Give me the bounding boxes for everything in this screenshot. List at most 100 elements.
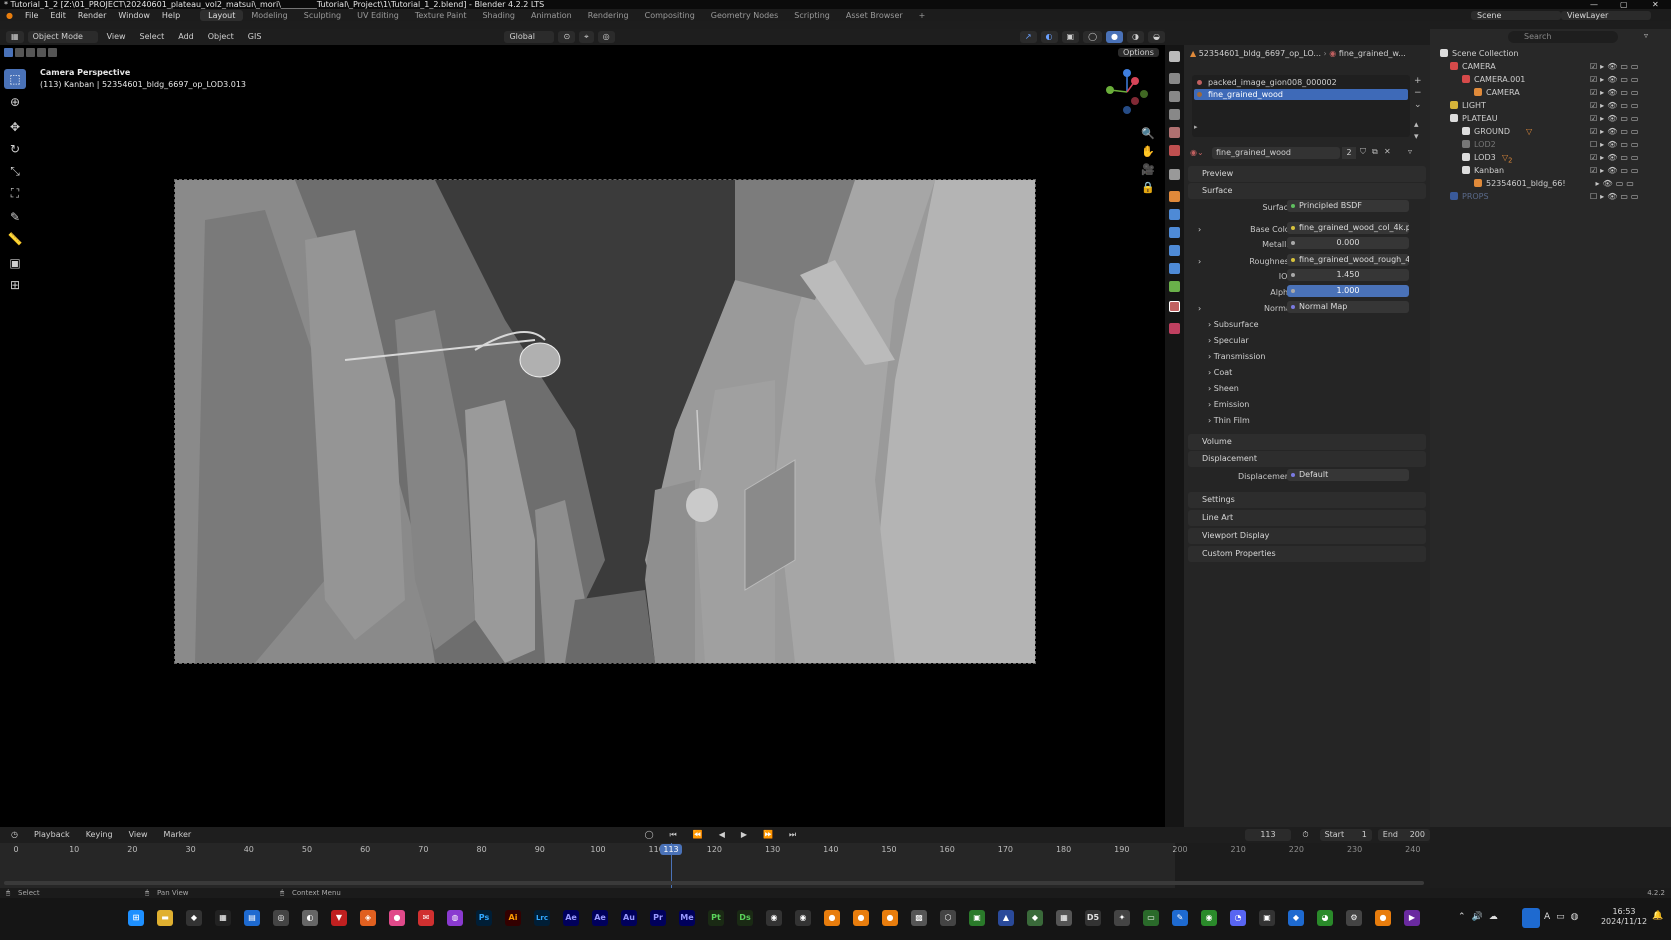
material-tab-icon[interactable] [1169,301,1180,312]
render-tab-icon[interactable] [1169,73,1180,84]
preview-panel-header[interactable]: Preview [1188,166,1426,182]
pivot-icon[interactable]: ⊙ [558,31,576,43]
menu-help[interactable]: Help [156,11,186,20]
settings-gear-icon[interactable]: ⚙ [1346,910,1362,926]
app-icon-5[interactable]: ◐ [302,910,318,926]
add-workspace-button[interactable]: + [911,10,934,21]
app-icon-12[interactable]: ◉ [795,910,811,926]
close-window-button[interactable]: ✕ [1652,0,1659,9]
tray-icons[interactable]: A▭◍ [1544,912,1585,922]
preview-range-icon[interactable]: ⏱ [1297,829,1313,841]
constraints-tab-icon[interactable] [1169,263,1180,274]
premiere-icon[interactable]: Pr [650,910,666,926]
blender-active-icon[interactable]: ● [1375,910,1391,926]
auto-key-icon[interactable]: ◯ [640,829,659,841]
world-tab-icon[interactable] [1169,145,1180,156]
media-encoder-icon[interactable]: Me [679,910,695,926]
select-subtract-icon[interactable] [26,48,35,57]
app-icon-6[interactable]: ▼ [331,910,347,926]
app-icon-7[interactable]: ◈ [360,910,376,926]
app-icon-4[interactable]: ◎ [273,910,289,926]
app-icon-17[interactable]: ◆ [1027,910,1043,926]
material-filter-icon[interactable]: ▿ [1408,147,1412,156]
marker-menu[interactable]: Marker [159,829,197,841]
photoshop-icon[interactable]: Ps [476,910,492,926]
navigation-gizmo[interactable] [1102,67,1152,117]
discord-icon[interactable]: ◔ [1230,910,1246,926]
scene-selector[interactable]: Scene [1471,10,1561,20]
orientation-dropdown[interactable]: Global [504,31,555,43]
app-icon-19[interactable]: D5 [1085,910,1101,926]
app-icon-22[interactable]: ✎ [1172,910,1188,926]
material-user-count[interactable]: 2 [1342,147,1356,159]
select-new-icon[interactable] [4,48,13,57]
timeline-editor-icon[interactable]: ◷ [6,829,23,841]
current-frame-field[interactable]: 113 [1244,829,1292,841]
surface-panel-header[interactable]: Surface [1188,183,1426,199]
normal-field[interactable]: Normal Map [1287,301,1409,313]
app-icon-15[interactable]: ▣ [969,910,985,926]
roughness-expand-icon[interactable]: › [1198,254,1201,270]
app-icon-3[interactable]: ▤ [244,910,260,926]
tab-layout[interactable]: Layout [200,9,244,21]
tab-animation[interactable]: Animation [523,10,580,21]
menu-file[interactable]: File [19,11,44,20]
app-icon-24[interactable]: ▣ [1259,910,1275,926]
viewport-display-panel-header[interactable]: Viewport Display [1188,528,1426,544]
blender-icon[interactable]: ● [824,910,840,926]
unlink-material-icon[interactable]: ✕ [1384,147,1391,156]
file-explorer-icon[interactable]: ▬ [157,910,173,926]
coat-subpanel[interactable]: › Coat [1184,365,1430,381]
material-browse-icon[interactable]: ◉⌄ [1190,148,1204,157]
add-object-tool-icon[interactable]: ⊞ [4,275,26,295]
viewlayer-selector[interactable]: ViewLayer [1561,10,1651,20]
thin-film-subpanel[interactable]: › Thin Film [1184,413,1430,429]
add-menu[interactable]: Add [173,31,199,43]
subsurface-subpanel[interactable]: › Subsurface [1184,317,1430,333]
end-frame-field[interactable]: End 200 [1377,829,1430,841]
annotate-tool-icon[interactable]: ✎ [4,207,26,227]
app-icon-18[interactable]: ▦ [1056,910,1072,926]
app-icon-26[interactable]: ▶ [1404,910,1420,926]
displacement-panel-header[interactable]: Displacement [1188,451,1426,467]
app-icon-20[interactable]: ✦ [1114,910,1130,926]
illustrator-icon[interactable]: Ai [505,910,521,926]
view-layer-tab-icon[interactable] [1169,109,1180,120]
timeline-area[interactable]: 0 10 20 30 40 50 60 70 80 90 100 110 120 130 140 150 160… [0,843,1430,888]
custom-properties-panel-header[interactable]: Custom Properties [1188,546,1426,562]
app-icon-21[interactable]: ▭ [1143,910,1159,926]
object-menu[interactable]: Object [203,31,239,43]
collection-tab-icon[interactable] [1169,169,1180,180]
outliner-filter-icon[interactable]: ▿ [1644,31,1648,40]
play-icon[interactable]: ▶ [736,829,752,841]
tab-scripting[interactable]: Scripting [786,10,838,21]
duplicate-material-icon[interactable]: ⧉ [1372,147,1378,157]
roughness-field[interactable]: fine_grained_wood_rough_4k... [1287,254,1409,266]
system-tray[interactable]: ⌃🔊☁ [1458,912,1504,922]
cursor-tool-icon[interactable]: ⊕ [4,92,26,112]
gis-menu[interactable]: GIS [243,31,267,43]
select-intersect-icon[interactable] [48,48,57,57]
tab-shading[interactable]: Shading [474,10,523,21]
windows-start-icon[interactable]: ⊞ [128,910,144,926]
tab-compositing[interactable]: Compositing [637,10,703,21]
app-icon-8[interactable]: ● [389,910,405,926]
scale-tool-icon[interactable]: ⤡ [4,161,26,181]
object-mode-dropdown[interactable]: Object Mode [27,31,98,43]
proportional-edit-icon[interactable]: ◎ [597,31,615,43]
transmission-subpanel[interactable]: › Transmission [1184,349,1430,365]
menu-edit[interactable]: Edit [44,11,72,20]
app-icon-13[interactable]: ▩ [911,910,927,926]
prev-keyframe-icon[interactable]: ⏪ [688,829,708,841]
surface-shader-field[interactable]: Principled BSDF [1287,200,1409,212]
fake-user-shield-icon[interactable]: ⛉ [1360,147,1366,157]
select-box-tool-icon[interactable]: ⬚ [4,69,26,89]
next-keyframe-icon[interactable]: ⏩ [758,829,778,841]
transform-tool-icon[interactable]: ⛶ [4,183,26,203]
tab-texture-paint[interactable]: Texture Paint [407,10,475,21]
app-icon-1[interactable]: ◆ [186,910,202,926]
substance-painter-icon[interactable]: Pt [708,910,724,926]
move-slot-down-icon[interactable]: ▾ [1414,131,1422,143]
slot-specials-icon[interactable]: ⌄ [1414,99,1422,111]
after-effects-icon-2[interactable]: Ae [592,910,608,926]
